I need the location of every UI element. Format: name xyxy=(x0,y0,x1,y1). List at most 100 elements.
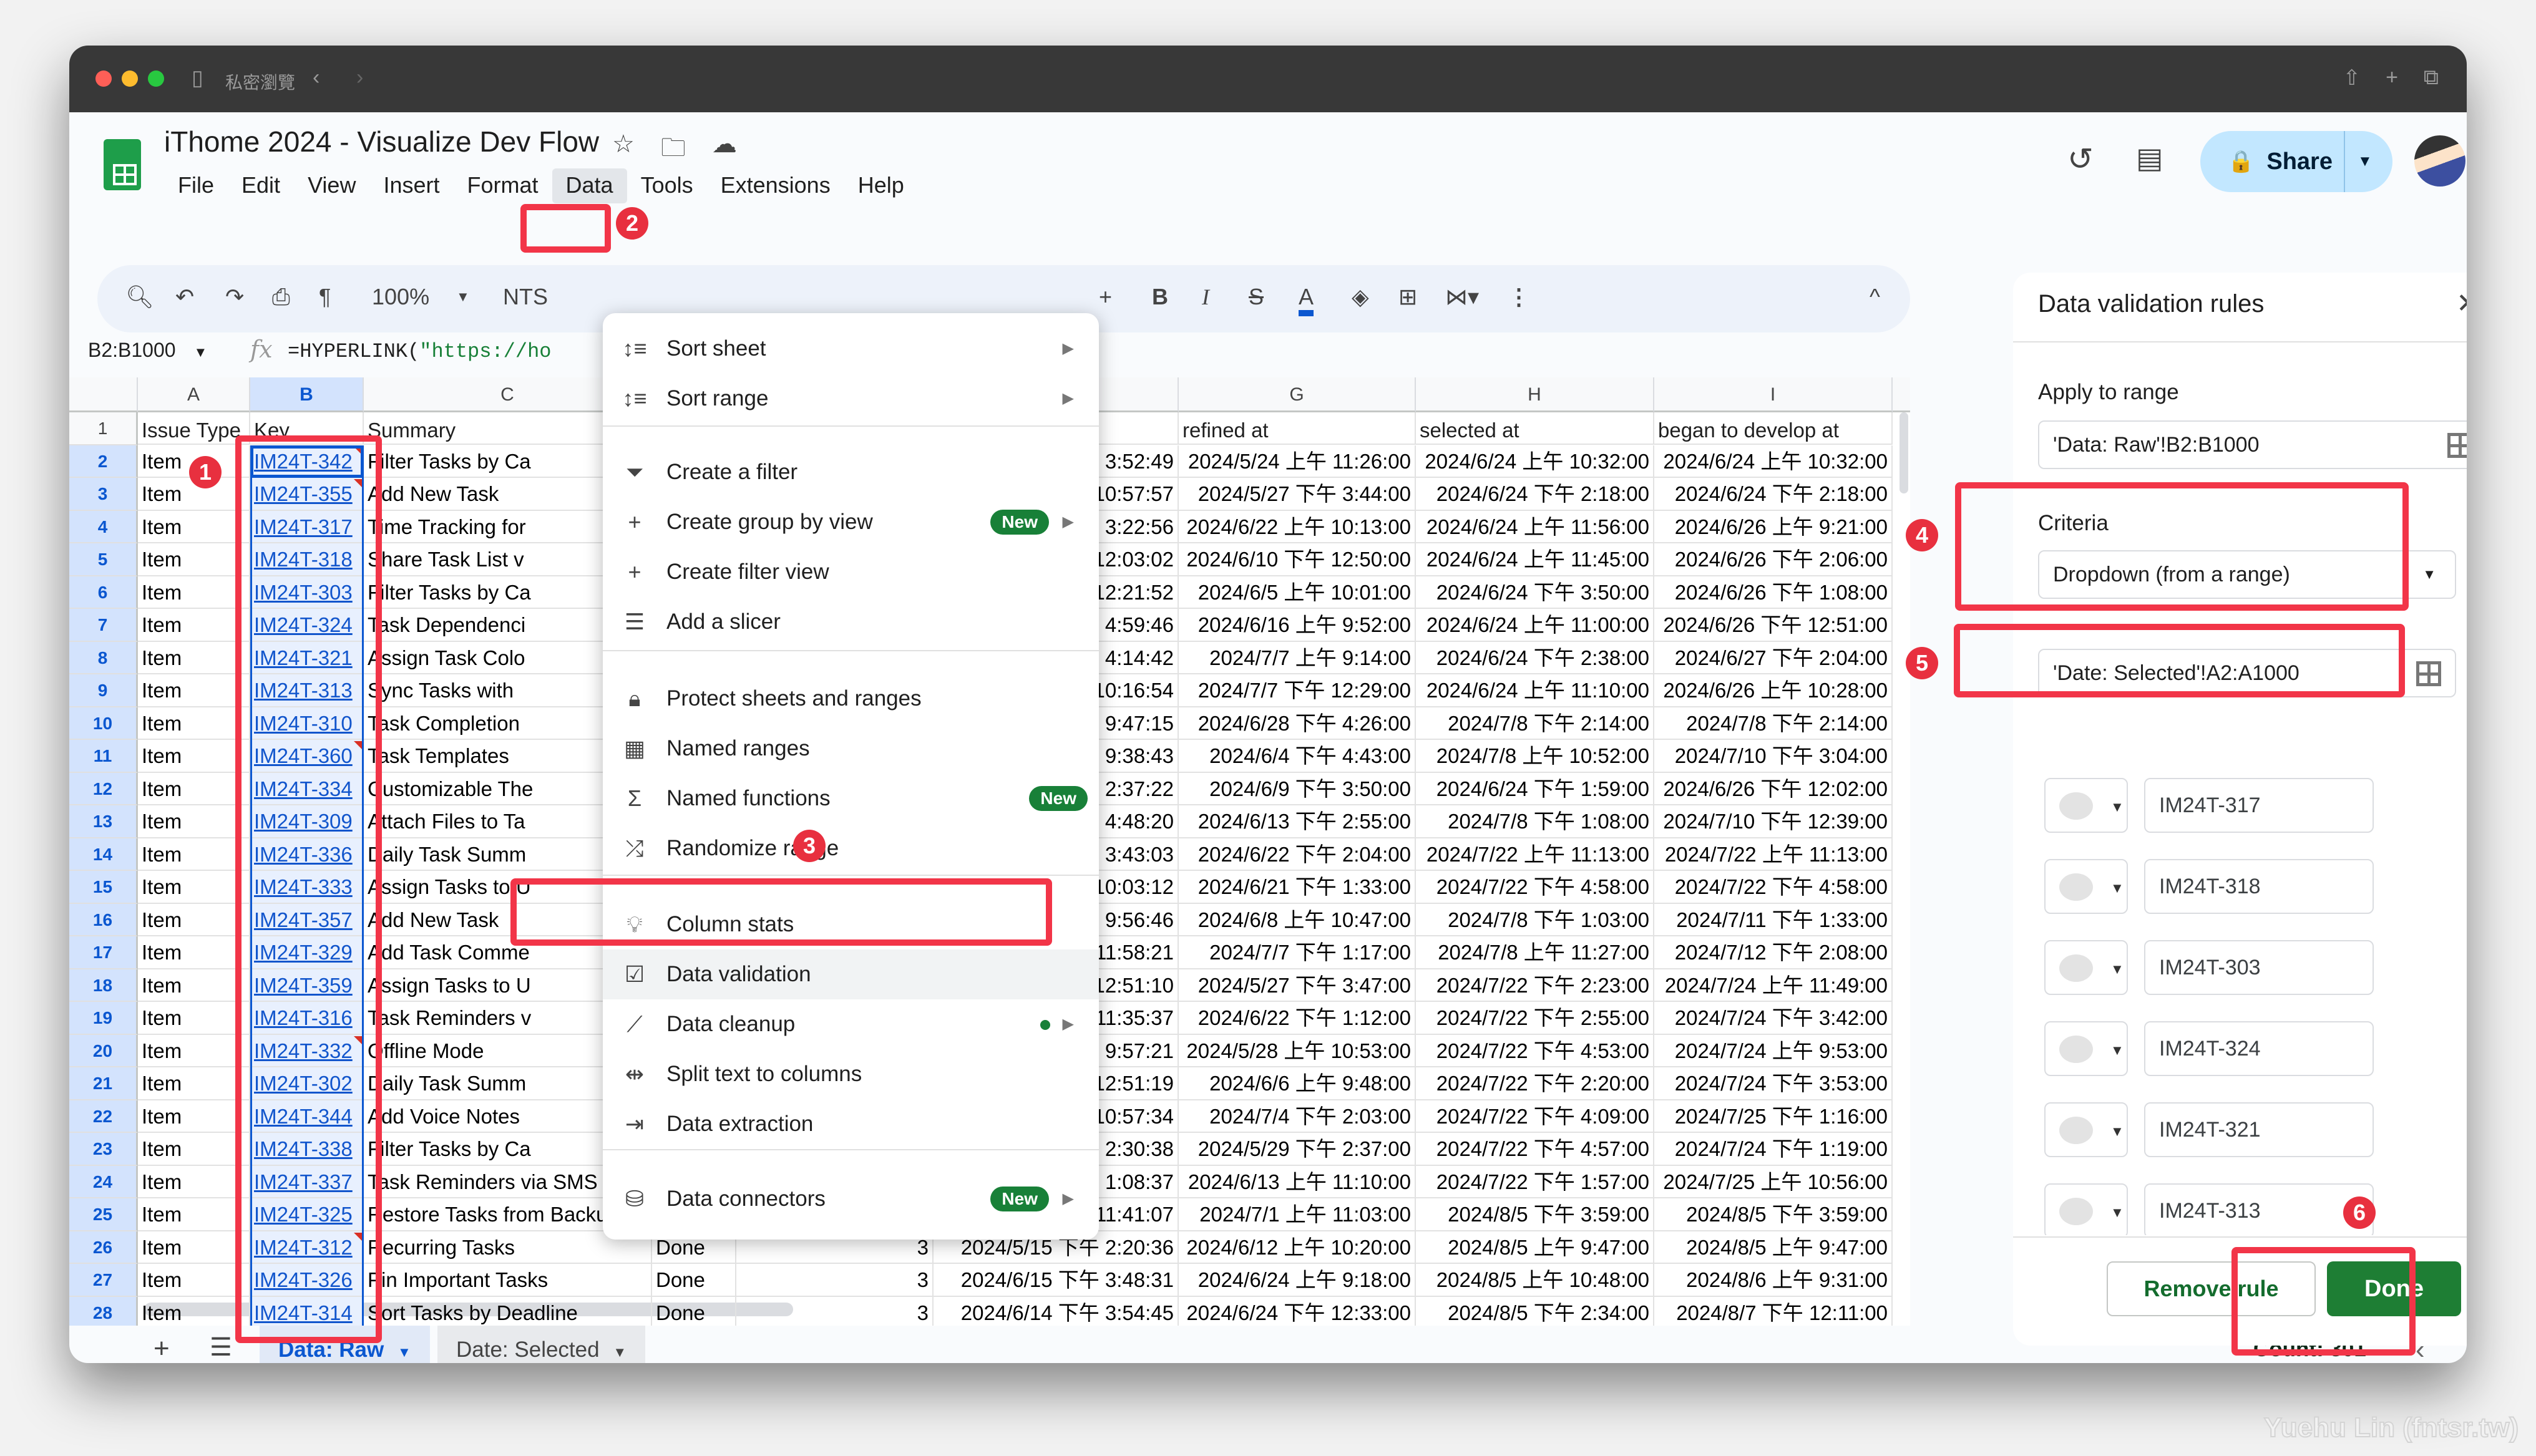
row-header[interactable]: 2 xyxy=(69,445,138,478)
collapse-toolbar-icon[interactable]: ^ xyxy=(1870,284,1880,310)
table-cell[interactable]: 2024/6/15 下午 3:48:31 xyxy=(934,1264,1179,1297)
table-cell[interactable]: 2024/7/11 下午 1:33:00 xyxy=(1654,903,1893,936)
table-cell[interactable]: Item xyxy=(138,805,250,838)
undo-icon[interactable]: ↶ xyxy=(175,284,194,310)
menu-item-create-filter-view[interactable]: + Create filter view xyxy=(603,547,1099,597)
table-cell[interactable]: Item xyxy=(138,1198,250,1231)
search-menus-icon[interactable]: 🔍︎ xyxy=(125,284,154,310)
share-page-icon[interactable]: ⇧ xyxy=(2343,66,2361,90)
star-icon[interactable]: ☆ xyxy=(612,130,635,172)
column-header-a[interactable]: A xyxy=(138,377,250,412)
table-cell[interactable]: 2024/5/27 下午 3:47:00 xyxy=(1179,969,1416,1002)
minimize-window-button[interactable] xyxy=(122,70,138,87)
row-header[interactable]: 13 xyxy=(69,805,138,838)
merge-cells-icon[interactable]: ⋈▾ xyxy=(1445,284,1479,310)
table-cell[interactable]: 2024/8/5 上午 9:47:00 xyxy=(1654,1231,1893,1264)
menu-item-data-connectors[interactable]: ⛁ Data connectors New ▶ xyxy=(603,1174,1099,1224)
table-cell[interactable]: 2024/7/22 下午 2:55:00 xyxy=(1416,1002,1654,1035)
redo-icon[interactable]: ↷ xyxy=(225,284,244,310)
menu-edit[interactable]: Edit xyxy=(228,168,294,203)
option-value-input[interactable]: IM24T-324 xyxy=(2144,1021,2374,1076)
menu-item-create-group-by-view[interactable]: + Create group by view New ▶ xyxy=(603,497,1099,547)
row-header[interactable]: 23 xyxy=(69,1133,138,1166)
option-color-picker[interactable]: ▼ xyxy=(2044,940,2128,995)
table-cell[interactable]: Item xyxy=(138,969,250,1002)
table-cell[interactable]: 2024/6/24 上午 11:00:00 xyxy=(1416,609,1654,642)
option-value-input[interactable]: IM24T-313 xyxy=(2144,1183,2374,1235)
table-cell[interactable]: 2024/6/4 下午 4:43:00 xyxy=(1179,740,1416,773)
table-cell[interactable]: 2024/7/4 下午 2:03:00 xyxy=(1179,1100,1416,1133)
table-cell[interactable]: Item xyxy=(138,903,250,936)
table-cell[interactable]: 2024/6/24 下午 2:18:00 xyxy=(1654,478,1893,511)
table-cell[interactable]: 2024/6/24 上午 10:32:00 xyxy=(1416,445,1654,478)
menu-data[interactable]: Data xyxy=(552,168,627,203)
table-cell[interactable]: 2024/6/26 下午 12:02:00 xyxy=(1654,772,1893,805)
table-cell[interactable]: 2024/6/24 下午 3:50:00 xyxy=(1416,576,1654,609)
paint-format-icon[interactable]: ¶ xyxy=(319,284,331,310)
table-cell[interactable]: 2024/7/24 上午 11:49:00 xyxy=(1654,969,1893,1002)
table-cell[interactable]: 2024/7/7 下午 12:29:00 xyxy=(1179,674,1416,707)
table-cell[interactable]: Done xyxy=(652,1264,736,1297)
table-cell[interactable]: Item xyxy=(138,936,250,969)
row-header[interactable]: 11 xyxy=(69,740,138,773)
zoom-select[interactable]: 100% xyxy=(372,284,429,310)
table-cell[interactable]: 2024/6/12 上午 10:20:00 xyxy=(1179,1231,1416,1264)
option-color-picker[interactable]: ▼ xyxy=(2044,859,2128,914)
table-cell[interactable]: 2024/6/26 下午 12:51:00 xyxy=(1654,609,1893,642)
table-cell[interactable]: 2024/6/26 上午 9:21:00 xyxy=(1654,510,1893,543)
table-cell[interactable]: Item xyxy=(138,1133,250,1166)
share-dropdown-icon[interactable]: ▼ xyxy=(2358,153,2373,170)
column-header-i[interactable]: I xyxy=(1654,377,1893,412)
select-all-corner[interactable] xyxy=(69,377,138,412)
formula-input[interactable]: =HYPERLINK("https://ho xyxy=(288,340,551,363)
option-color-picker[interactable]: ▼ xyxy=(2044,1102,2128,1157)
table-cell[interactable]: 2024/7/8 下午 2:14:00 xyxy=(1654,707,1893,740)
row-header[interactable]: 20 xyxy=(69,1034,138,1067)
table-cell[interactable]: Item xyxy=(138,1002,250,1035)
menu-item-data-extraction[interactable]: ⇥ Data extraction xyxy=(603,1099,1099,1149)
sheets-logo-icon[interactable] xyxy=(104,139,141,190)
table-cell[interactable]: 2024/6/24 上午 10:32:00 xyxy=(1654,445,1893,478)
tab-overview-icon[interactable]: ⧉ xyxy=(2424,66,2439,90)
table-cell[interactable]: Done xyxy=(652,1296,736,1326)
text-color-icon[interactable]: A xyxy=(1299,284,1314,316)
menu-item-randomize-range[interactable]: ⤮ Randomize range xyxy=(603,823,1099,873)
table-cell[interactable]: 2024/6/28 下午 4:26:00 xyxy=(1179,707,1416,740)
table-cell[interactable]: 2024/7/24 下午 3:53:00 xyxy=(1654,1067,1893,1100)
table-cell[interactable]: 2024/6/27 下午 2:04:00 xyxy=(1654,641,1893,674)
table-cell[interactable]: 2024/6/24 上午 11:10:00 xyxy=(1416,674,1654,707)
share-button[interactable]: 🔒 Share ▼ xyxy=(2200,131,2392,192)
row-header[interactable]: 8 xyxy=(69,641,138,674)
more-options-icon[interactable]: ⋮ xyxy=(1508,284,1530,310)
table-cell[interactable]: 2024/8/5 上午 10:48:00 xyxy=(1416,1264,1654,1297)
table-cell[interactable]: Item xyxy=(138,609,250,642)
table-cell[interactable]: 2024/6/5 上午 10:01:00 xyxy=(1179,576,1416,609)
close-window-button[interactable] xyxy=(95,70,112,87)
menu-file[interactable]: File xyxy=(164,168,228,203)
sidebar-icon[interactable]: ▯ xyxy=(192,66,203,90)
table-cell[interactable]: 2024/6/21 下午 1:33:00 xyxy=(1179,871,1416,904)
borders-icon[interactable]: ⊞ xyxy=(1398,284,1417,310)
menu-item-create-a-filter[interactable]: ⏷ Create a filter xyxy=(603,447,1099,497)
table-cell[interactable]: 2024/6/24 下午 2:38:00 xyxy=(1416,641,1654,674)
table-cell[interactable]: 2024/7/8 下午 1:03:00 xyxy=(1416,903,1654,936)
table-cell[interactable]: 2024/5/29 下午 2:37:00 xyxy=(1179,1133,1416,1166)
table-cell[interactable]: 2024/6/22 下午 2:04:00 xyxy=(1179,838,1416,871)
menu-item-named-functions[interactable]: Σ Named functions New xyxy=(603,774,1099,823)
table-cell[interactable]: 2024/7/25 上午 10:56:00 xyxy=(1654,1165,1893,1198)
table-cell[interactable]: 2024/8/5 下午 2:34:00 xyxy=(1416,1296,1654,1326)
table-cell[interactable]: Sort Tasks by Deadline xyxy=(364,1296,652,1326)
option-color-picker[interactable]: ▼ xyxy=(2044,1183,2128,1235)
table-cell[interactable]: 2024/6/16 上午 9:52:00 xyxy=(1179,609,1416,642)
menu-view[interactable]: View xyxy=(294,168,369,203)
table-cell[interactable]: 2024/7/22 下午 2:23:00 xyxy=(1416,969,1654,1002)
table-cell[interactable]: Pin Important Tasks xyxy=(364,1264,652,1297)
table-cell[interactable]: Item xyxy=(138,543,250,576)
menu-format[interactable]: Format xyxy=(454,168,552,203)
row-header[interactable]: 5 xyxy=(69,543,138,576)
table-cell[interactable]: 2024/7/10 下午 12:39:00 xyxy=(1654,805,1893,838)
column-header-b[interactable]: B xyxy=(250,377,364,412)
row-header[interactable]: 14 xyxy=(69,838,138,871)
row-header[interactable]: 25 xyxy=(69,1198,138,1231)
table-cell[interactable]: 2024/7/22 下午 1:57:00 xyxy=(1416,1165,1654,1198)
